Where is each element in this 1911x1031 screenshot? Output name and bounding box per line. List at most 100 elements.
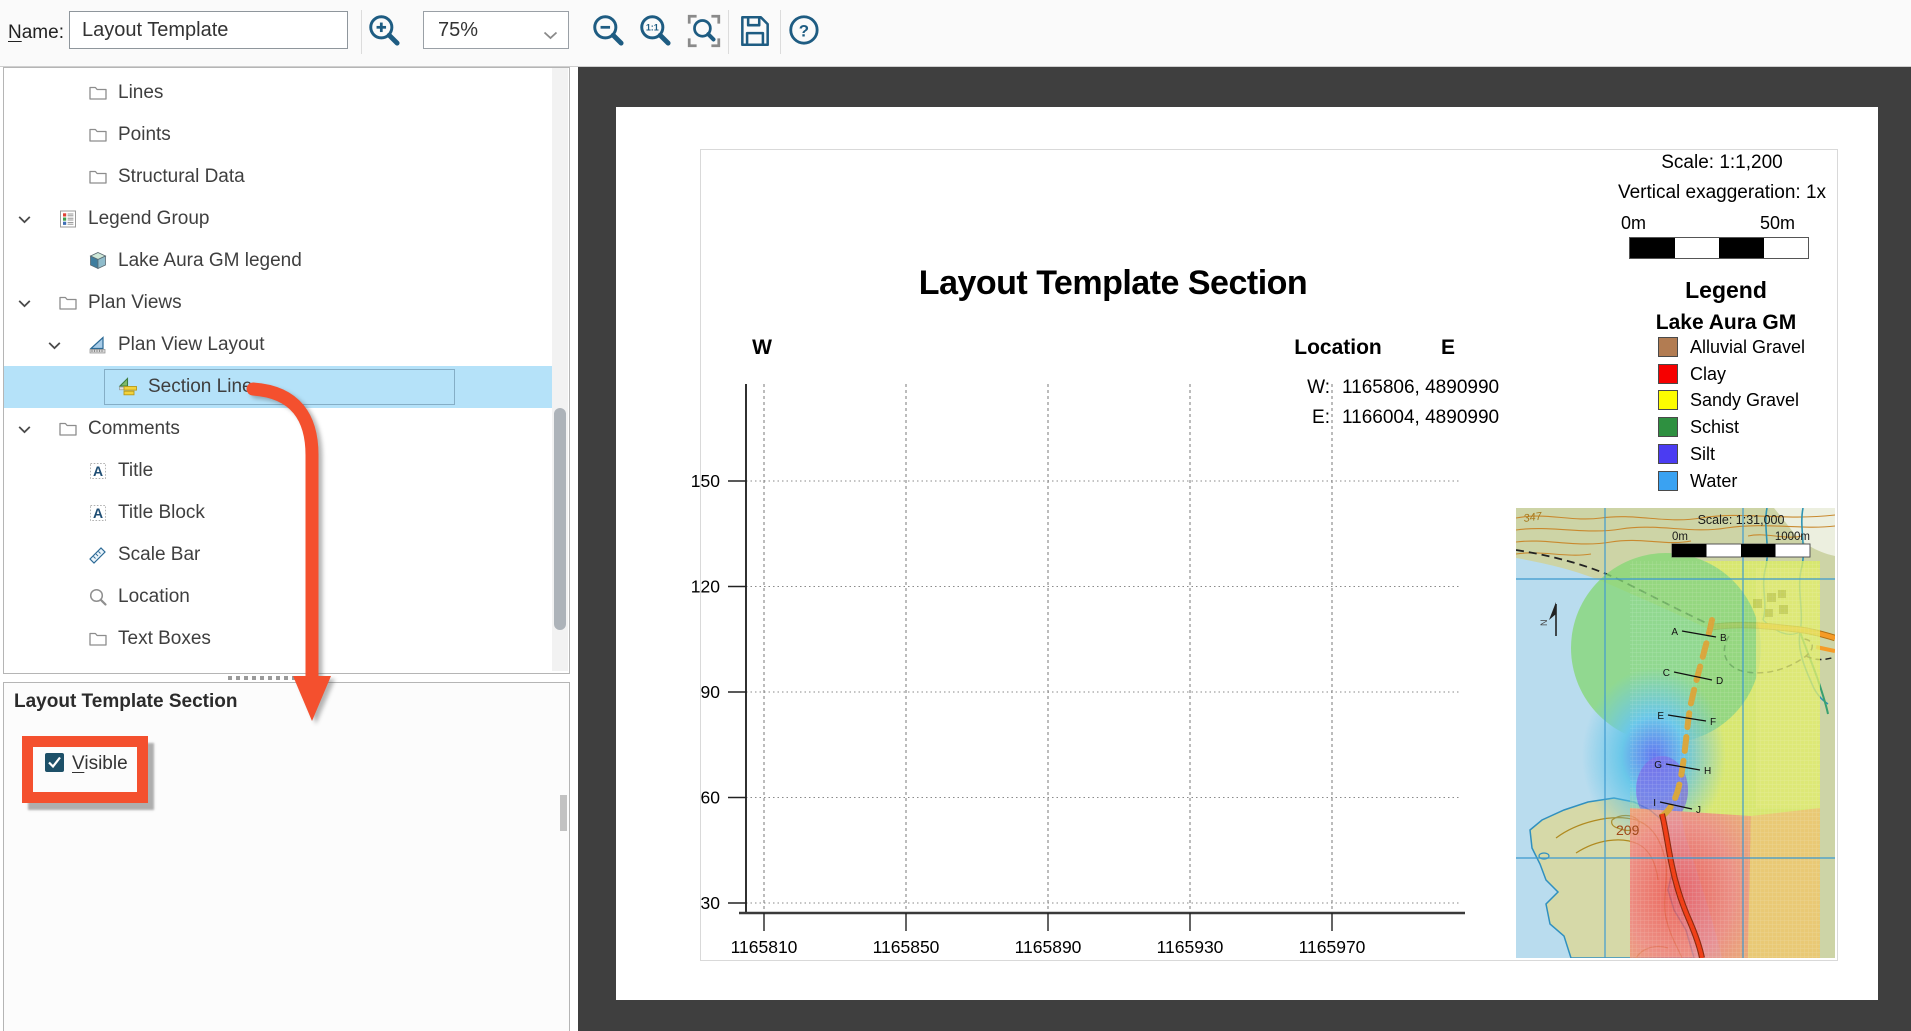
tree-item-label: Title Block: [118, 492, 205, 534]
toolbar: Name: 75% 1:1 ?: [0, 0, 1911, 67]
tree-item-label: Text Boxes: [118, 618, 211, 660]
tree-item-label: Lake Aura GM legend: [118, 240, 302, 282]
planview-icon: [88, 335, 108, 355]
legend-swatch: [1658, 417, 1678, 437]
cube-icon: [88, 251, 108, 271]
map-marker-label: I: [1653, 798, 1656, 809]
map-marker-label: C: [1663, 668, 1670, 679]
tree-rows: LinesPointsStructural DataLegend GroupLa…: [4, 68, 569, 673]
legend-title: Legend: [1512, 277, 1911, 304]
tree-item-label: Scale Bar: [118, 534, 200, 576]
tree-scrollbar-thumb[interactable]: [554, 408, 566, 630]
zoom-out-icon[interactable]: [590, 12, 628, 50]
tree-item-label: Title: [118, 450, 153, 492]
location-heading: Location: [1268, 336, 1408, 360]
map-marker-label: G: [1654, 760, 1662, 771]
text-icon: A: [88, 503, 108, 523]
folder-icon: [58, 419, 78, 439]
tree-item-plan-views[interactable]: Plan Views: [4, 282, 552, 324]
panel-splitter[interactable]: [228, 676, 314, 680]
tree-item-plan-view-layout[interactable]: Plan View Layout: [4, 324, 552, 366]
legend-entry-label: Sandy Gravel: [1690, 389, 1799, 411]
location-row-label: W:: [1256, 377, 1330, 399]
tree-item-text-boxes[interactable]: Text Boxes: [4, 618, 552, 660]
tree-scrollbar[interactable]: [552, 68, 568, 671]
name-label: Name:: [8, 0, 64, 66]
tree-item-title-block[interactable]: A Title Block: [4, 492, 552, 534]
vertical-exaggeration-text: Vertical exaggeration: 1x: [1512, 182, 1911, 204]
ruler-icon: [88, 545, 108, 565]
magnifier-icon: [88, 587, 108, 607]
legend-entry-label: Schist: [1690, 416, 1739, 438]
tree-item-label: Lines: [118, 72, 163, 114]
tree-item-structural-data[interactable]: Structural Data: [4, 156, 552, 198]
chevron-down-icon[interactable]: [16, 295, 33, 317]
map-marker-label: E: [1657, 711, 1664, 722]
properties-scrollbar-thumb[interactable]: [560, 795, 567, 831]
tree-item-label: Structural Data: [118, 156, 245, 198]
location-row-value: 1165806, 4890990: [1342, 377, 1499, 398]
tree-item-label: Plan Views: [88, 282, 182, 324]
legend-entry-label: Alluvial Gravel: [1690, 336, 1805, 358]
map-scalebar-left: 0m: [1672, 531, 1688, 543]
map-scale-bar: [1672, 544, 1810, 557]
chevron-down-icon[interactable]: [16, 421, 33, 443]
folder-icon: [88, 125, 108, 145]
zoom-level-value: 75%: [438, 12, 478, 48]
legend-swatch: [1658, 471, 1678, 491]
save-icon[interactable]: [736, 12, 774, 50]
legend-entry-label: Clay: [1690, 363, 1726, 385]
properties-header: Layout Template Section: [14, 691, 237, 713]
tree-item-title[interactable]: A Title: [4, 450, 552, 492]
scale-text: Scale: 1:1,200: [1512, 152, 1911, 174]
layout-page: Layout Template Section W Location E W:1…: [616, 107, 1878, 1000]
tree-item-location[interactable]: Location: [4, 576, 552, 618]
folder-icon: [88, 629, 108, 649]
tree-item-label: Plan View Layout: [118, 324, 264, 366]
scalebar-right-label: 50m: [1760, 213, 1795, 234]
help-icon[interactable]: ?: [786, 12, 824, 50]
tree-item-points[interactable]: Points: [4, 114, 552, 156]
legend-entry-label: Water: [1690, 470, 1737, 492]
map-marker-label: J: [1696, 805, 1701, 816]
legend-swatch: [1658, 444, 1678, 464]
tree-item-label: Section Line: [148, 366, 253, 408]
folder-icon: [88, 83, 108, 103]
map-scalebar-right: 1000m: [1775, 531, 1810, 543]
map-marker-label: B: [1720, 633, 1727, 644]
zoom-fit-icon[interactable]: [685, 12, 723, 50]
toolbar-separator: [728, 10, 729, 54]
map-contour-label-209: 209: [1616, 822, 1640, 838]
folder-icon: [58, 293, 78, 313]
properties-panel: Layout Template Section Visible: [3, 682, 570, 1031]
legend-swatch: [1658, 390, 1678, 410]
tree-item-legend-group[interactable]: Legend Group: [4, 198, 552, 240]
tree-item-label: Points: [118, 114, 171, 156]
highlight-rectangle: [22, 736, 148, 803]
chevron-down-icon[interactable]: [16, 211, 33, 233]
zoom-level-select[interactable]: 75%: [423, 11, 569, 49]
svg-text:A: A: [93, 463, 103, 479]
map-scale-text: Scale: 1:31,000: [1698, 513, 1785, 527]
scalebar-left-label: 0m: [1621, 213, 1646, 234]
chevron-down-icon[interactable]: [46, 337, 63, 359]
toolbar-separator: [780, 10, 781, 54]
scale-bar: [1629, 237, 1809, 259]
zoom-in-icon[interactable]: [366, 12, 404, 50]
layout-name-input[interactable]: [69, 11, 348, 49]
tree-item-section-line[interactable]: Section Line: [4, 366, 552, 408]
tree-item-label: Location: [118, 576, 190, 618]
tree-item-comments[interactable]: Comments: [4, 408, 552, 450]
map-marker-label: H: [1704, 766, 1711, 777]
zoom-actual-size-icon[interactable]: 1:1: [637, 12, 675, 50]
legend-swatch: [1658, 364, 1678, 384]
tree-item-label: Comments: [88, 408, 180, 450]
tree-item-lake-aura-gm-legend[interactable]: Lake Aura GM legend: [4, 240, 552, 282]
tree-item-lines[interactable]: Lines: [4, 72, 552, 114]
text-icon: A: [88, 461, 108, 481]
legend-icon: [58, 209, 78, 229]
tree-item-scale-bar[interactable]: Scale Bar: [4, 534, 552, 576]
layout-canvas: Layout Template Section W Location E W:1…: [578, 67, 1911, 1031]
east-endpoint-label: E: [1436, 336, 1460, 360]
preview-title: Layout Template Section: [616, 264, 1610, 303]
